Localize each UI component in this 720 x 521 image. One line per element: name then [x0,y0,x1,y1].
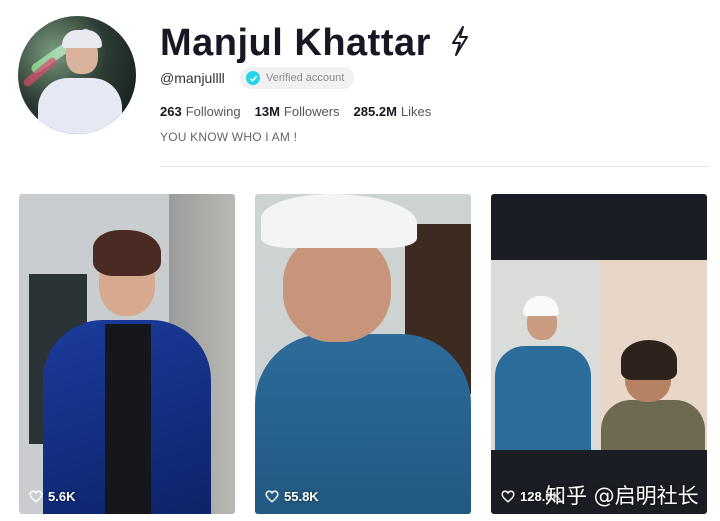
likes-label: Likes [400,104,432,119]
following-count: 263 [160,104,182,119]
video-like-count: 55.8K [265,489,319,504]
like-count-text: 55.8K [284,489,319,504]
avatar-figure-torso [38,78,122,134]
profile-page: Manjul Khattar @manjullll Verified accou… [0,0,720,521]
thumbnail-person-face [283,234,391,342]
like-count-text: 5.6K [48,489,76,504]
heart-icon [265,490,279,503]
heart-icon [29,490,43,503]
profile-stats: 263 Following 13M Followers 285.2M Likes [160,104,431,119]
watermark: 知乎 @启明社长 [545,484,699,508]
thumbnail-person-cap [261,194,417,248]
likes-stat: 285.2M Likes [354,104,432,119]
bio: YOU KNOW WHO I AM ! [160,130,298,144]
heart-icon [501,490,515,503]
thumbnail-person-hair [93,230,161,276]
following-stat[interactable]: 263 Following [160,104,241,119]
video-thumbnail[interactable]: 55.8K [255,194,471,514]
thumbnail-person-shirt [105,324,151,514]
display-name: Manjul Khattar [160,22,431,64]
following-label: Following [185,104,241,119]
thumbnail-person-body [255,334,471,514]
video-thumbnail[interactable]: 128.6K [491,194,707,514]
username: @manjullll [160,70,225,86]
followers-label: Followers [283,104,340,119]
verified-label: Verified account [266,72,345,84]
followers-stat[interactable]: 13M Followers [255,104,340,119]
verified-check-icon [246,71,260,85]
avatar-figure-cap [62,30,102,48]
verified-badge: Verified account [240,67,355,89]
followers-count: 13M [254,104,280,119]
likes-count: 285.2M [353,104,397,119]
avatar[interactable] [18,16,136,134]
video-thumbnail[interactable]: 5.6K [19,194,235,514]
thumbnail-person-body [601,400,705,450]
thumbnail-person-body [495,346,591,450]
thumbnail-person-hair [621,340,677,380]
divider [160,166,710,167]
lightning-bolt-icon [452,26,468,56]
video-like-count: 5.6K [29,489,75,504]
